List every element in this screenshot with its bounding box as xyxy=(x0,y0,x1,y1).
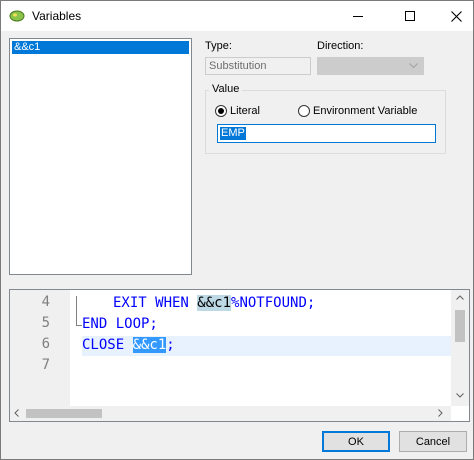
horizontal-scroll-thumb[interactable] xyxy=(26,409,102,418)
line-number: 7 xyxy=(41,357,50,373)
title-bar[interactable]: Variables xyxy=(1,1,473,31)
code-text: ; xyxy=(166,337,175,353)
code-line: END LOOP; xyxy=(82,314,158,334)
window-title: Variables xyxy=(32,9,82,23)
scroll-left-icon[interactable] xyxy=(14,409,19,417)
scroll-up-icon[interactable] xyxy=(456,295,464,300)
line-number: 6 xyxy=(41,336,50,352)
code-keyword: CLOSE xyxy=(82,337,133,353)
direction-select xyxy=(317,57,424,75)
app-icon xyxy=(9,9,25,23)
environment-variable-radio-label[interactable]: Environment Variable xyxy=(313,105,417,117)
line-number-gutter: 4 5 6 7 xyxy=(10,290,70,406)
ok-button[interactable]: OK xyxy=(322,431,390,452)
code-keyword: END LOOP; xyxy=(82,316,158,332)
maximize-button[interactable] xyxy=(387,1,433,31)
maximize-icon xyxy=(405,11,415,21)
literal-radio-label[interactable]: Literal xyxy=(230,105,260,117)
type-label: Type: xyxy=(205,40,232,52)
horizontal-scrollbar[interactable] xyxy=(10,406,451,421)
close-button[interactable] xyxy=(433,1,474,31)
variables-list[interactable]: &&c1 xyxy=(9,38,192,275)
vertical-scrollbar[interactable] xyxy=(451,290,469,406)
direction-label: Direction: xyxy=(317,40,364,52)
environment-variable-radio[interactable] xyxy=(298,105,310,117)
code-line: EXIT WHEN &&c1%NOTFOUND; xyxy=(113,293,315,313)
line-number: 4 xyxy=(41,294,50,310)
literal-radio[interactable] xyxy=(215,105,227,117)
type-field: Substitution xyxy=(205,57,311,75)
minimize-button[interactable] xyxy=(335,1,381,31)
code-keyword: EXIT WHEN xyxy=(113,295,198,311)
code-variable-selected: &&c1 xyxy=(132,337,167,353)
value-group xyxy=(205,90,446,154)
code-variable: &&c1 xyxy=(197,295,232,311)
cancel-button[interactable]: Cancel xyxy=(399,431,467,452)
vertical-scroll-thumb[interactable] xyxy=(455,310,465,342)
close-icon xyxy=(450,10,462,22)
list-item[interactable]: &&c1 xyxy=(12,41,189,54)
chevron-down-icon xyxy=(409,63,418,69)
code-text: %NOTFOUND; xyxy=(231,295,316,311)
value-input[interactable]: EMP xyxy=(217,124,436,143)
minimize-icon xyxy=(353,15,363,17)
line-number: 5 xyxy=(41,315,50,331)
value-group-legend: Value xyxy=(209,83,243,95)
value-text: EMP xyxy=(220,127,246,140)
scroll-down-icon[interactable] xyxy=(456,393,464,398)
code-preview[interactable]: 4 5 6 7 EXIT WHEN &&c1%NOTFOUND; END LOO… xyxy=(9,289,470,422)
code-line: CLOSE &&c1; xyxy=(82,335,175,355)
scroll-right-icon[interactable] xyxy=(438,409,443,417)
variables-dialog: Variables &&c1 Type: Direction: Substitu… xyxy=(0,0,474,460)
